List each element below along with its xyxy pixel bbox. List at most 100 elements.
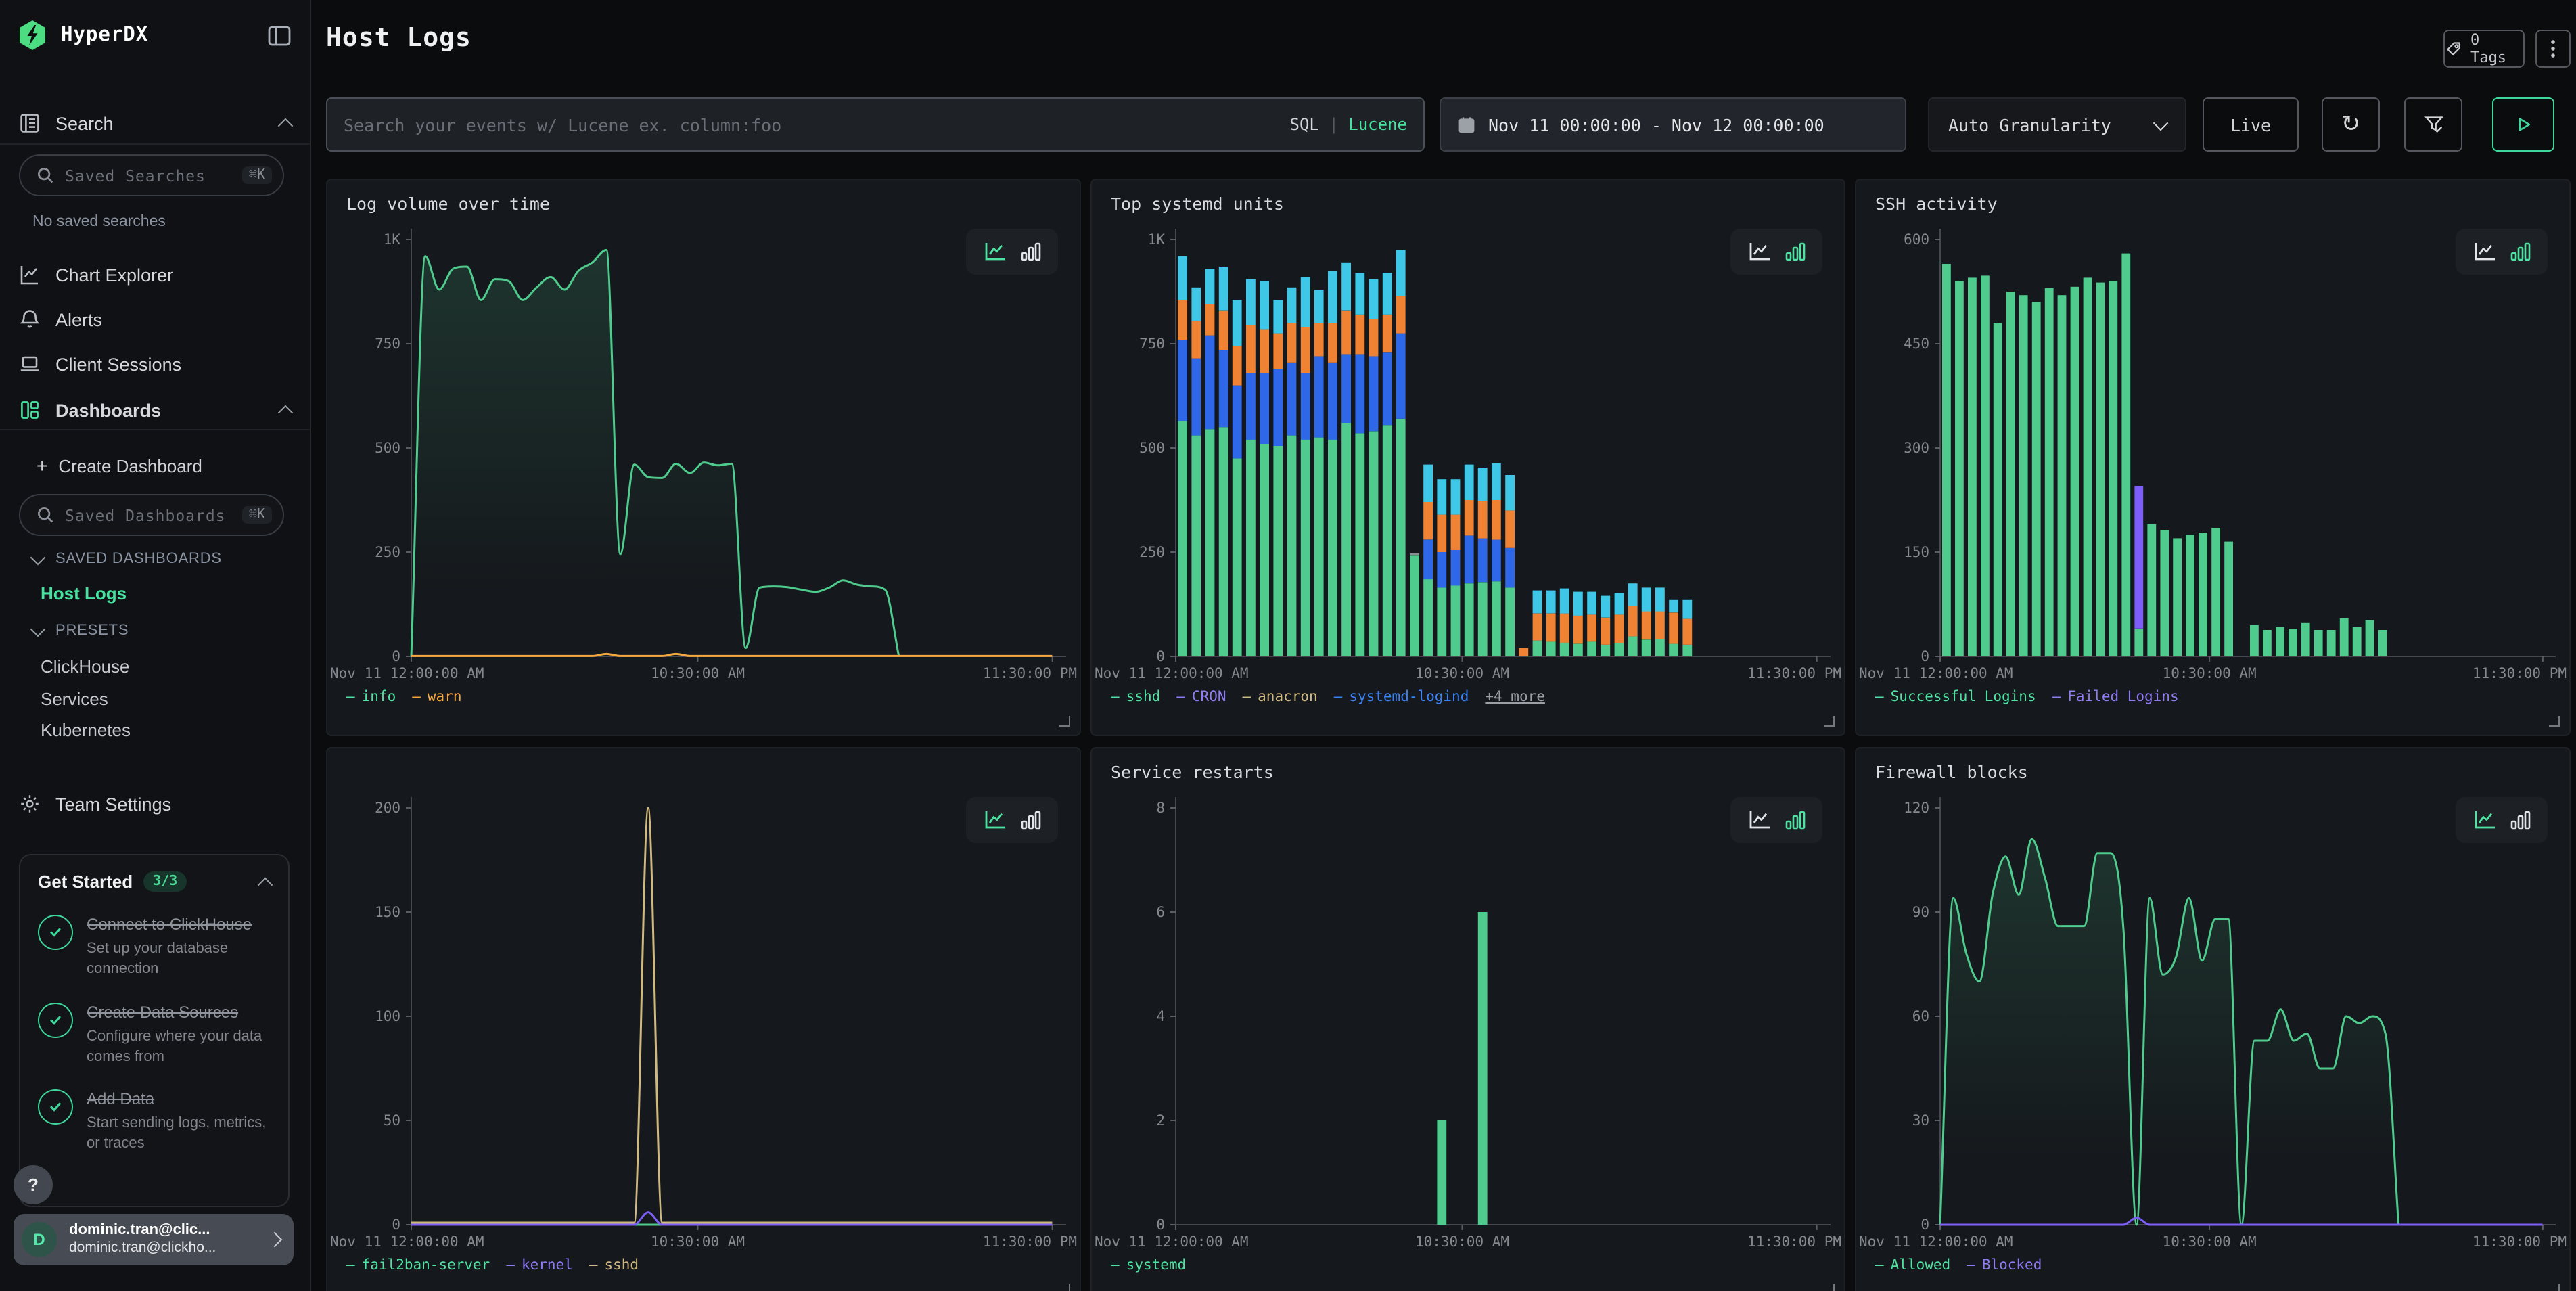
bar-chart-icon[interactable] bbox=[1784, 809, 1806, 831]
checklist-item-connect[interactable]: Connect to ClickHouseSet up your databas… bbox=[38, 912, 271, 979]
legend-item[interactable]: —systemd bbox=[1111, 1257, 1186, 1273]
bar-systemd-logind bbox=[1328, 271, 1337, 323]
chart-legend: —sshd —CRON —anacron —systemd-logind +4 more bbox=[1111, 689, 1545, 705]
line-chart-icon[interactable] bbox=[983, 809, 1007, 831]
legend-item[interactable]: —CRON bbox=[1176, 689, 1226, 705]
checklist-title: Create Data Sources bbox=[87, 1002, 238, 1021]
bar-sshd bbox=[1396, 419, 1406, 656]
sidebar-item-kubernetes[interactable]: Kubernetes bbox=[41, 720, 131, 740]
granularity-select[interactable]: Auto Granularity bbox=[1928, 97, 2186, 152]
svg-text:2: 2 bbox=[1156, 1112, 1165, 1129]
svg-text:11:30:00 PM: 11:30:00 PM bbox=[1747, 1233, 1841, 1250]
resize-handle[interactable] bbox=[1059, 1284, 1070, 1291]
legend-more-link[interactable]: +4 more bbox=[1485, 689, 1545, 705]
bar-chart-icon[interactable] bbox=[1019, 241, 1041, 263]
bar-chart-icon[interactable] bbox=[1784, 241, 1806, 263]
live-button[interactable]: Live bbox=[2203, 97, 2299, 152]
refresh-button[interactable]: ↻ bbox=[2322, 97, 2380, 152]
legend-item[interactable]: —Failed Logins bbox=[2052, 689, 2179, 705]
saved-dashboards-input[interactable]: Saved Dashboards ⌘K bbox=[19, 494, 284, 536]
line-chart-icon[interactable] bbox=[2472, 809, 2497, 831]
sidebar-item-client-sessions[interactable]: Client Sessions bbox=[0, 346, 310, 382]
bar-sshd bbox=[1219, 427, 1228, 656]
svg-text:10:30:00 AM: 10:30:00 AM bbox=[651, 665, 745, 681]
sidebar-item-chart-explorer[interactable]: Chart Explorer bbox=[0, 257, 310, 292]
bar-Successful Logins bbox=[2224, 542, 2233, 656]
bar-sshd bbox=[1587, 641, 1596, 656]
section-saved-dashboards[interactable]: SAVED DASHBOARDS bbox=[32, 551, 222, 567]
more-menu-button[interactable] bbox=[2535, 30, 2571, 68]
bar-anacron bbox=[1273, 334, 1283, 369]
date-range-input[interactable]: Nov 11 00:00:00 - Nov 12 00:00:00 bbox=[1440, 97, 1906, 152]
chevron-up-icon[interactable] bbox=[258, 877, 273, 892]
svg-text:0: 0 bbox=[1920, 1217, 1929, 1233]
lucene-toggle[interactable]: Lucene bbox=[1348, 115, 1407, 134]
sql-toggle[interactable]: SQL bbox=[1290, 115, 1319, 134]
bar-systemd-logind bbox=[1642, 587, 1651, 611]
refresh-icon: ↻ bbox=[2341, 113, 2361, 136]
sidebar-item-alerts[interactable]: Alerts bbox=[0, 302, 310, 337]
tags-button[interactable]: 0 Tags bbox=[2443, 30, 2525, 68]
legend-item[interactable]: —info bbox=[346, 689, 396, 705]
checklist-item-sources[interactable]: Create Data SourcesConfigure where your … bbox=[38, 999, 271, 1066]
line-chart-icon[interactable] bbox=[2472, 241, 2497, 263]
bar-CRON bbox=[1505, 548, 1515, 588]
bar-systemd-logind bbox=[1396, 250, 1406, 296]
bar-chart-icon[interactable] bbox=[2509, 809, 2531, 831]
bar-chart-icon[interactable] bbox=[1019, 809, 1041, 831]
sidebar-item-label: Chart Explorer bbox=[55, 265, 173, 285]
bar-systemd-logind bbox=[1655, 587, 1665, 611]
filter-button[interactable] bbox=[2404, 97, 2462, 152]
bar-CRON bbox=[1492, 540, 1501, 582]
collapse-sidebar-icon[interactable] bbox=[268, 25, 291, 45]
bar-CRON bbox=[1301, 373, 1310, 440]
svg-text:Nov 11 12:00:00 AM: Nov 11 12:00:00 AM bbox=[1859, 1233, 2013, 1250]
legend-item[interactable]: —anacron bbox=[1243, 689, 1318, 705]
saved-searches-input[interactable]: Saved Searches ⌘K bbox=[19, 154, 284, 196]
sidebar-item-dashboards[interactable]: Dashboards bbox=[0, 392, 310, 428]
legend-item[interactable]: —warn bbox=[412, 689, 461, 705]
help-button[interactable]: ? bbox=[14, 1165, 53, 1204]
calendar-icon bbox=[1457, 114, 1476, 135]
sidebar-item-clickhouse[interactable]: ClickHouse bbox=[41, 656, 130, 677]
sidebar-item-host-logs[interactable]: Host Logs bbox=[41, 583, 127, 604]
bar-anacron bbox=[1682, 619, 1692, 645]
bar-anacron bbox=[1505, 510, 1515, 547]
svg-text:0: 0 bbox=[1156, 648, 1165, 664]
resize-handle[interactable] bbox=[1059, 716, 1070, 727]
legend-item[interactable]: —Allowed bbox=[1875, 1257, 1950, 1273]
resize-handle[interactable] bbox=[2549, 1284, 2560, 1291]
section-label: SAVED DASHBOARDS bbox=[55, 551, 222, 567]
legend-item[interactable]: —Successful Logins bbox=[1875, 689, 2036, 705]
legend-item[interactable]: —kernel bbox=[506, 1257, 573, 1273]
bar-sshd bbox=[1273, 446, 1283, 656]
resize-handle[interactable] bbox=[1824, 1284, 1835, 1291]
sidebar-item-team-settings[interactable]: Team Settings bbox=[0, 786, 310, 821]
line-chart-icon[interactable] bbox=[1747, 809, 1772, 831]
bar-anacron bbox=[1615, 614, 1624, 643]
legend-item[interactable]: —systemd-logind bbox=[1334, 689, 1469, 705]
user-menu[interactable]: D dominic.tran@clic... dominic.tran@clic… bbox=[14, 1214, 294, 1265]
legend-item[interactable]: —fail2ban-server bbox=[346, 1257, 490, 1273]
bar-anacron bbox=[1601, 618, 1610, 645]
run-query-button[interactable] bbox=[2492, 97, 2554, 152]
bar-CRON bbox=[1478, 539, 1488, 583]
svg-text:500: 500 bbox=[375, 440, 400, 456]
create-dashboard-button[interactable]: + Create Dashboard bbox=[0, 448, 310, 483]
sidebar-item-search[interactable]: Search bbox=[0, 106, 310, 141]
legend-item[interactable]: —Blocked bbox=[1967, 1257, 2042, 1273]
resize-handle[interactable] bbox=[2549, 716, 2560, 727]
bar-chart-icon[interactable] bbox=[2509, 241, 2531, 263]
line-chart-icon[interactable] bbox=[983, 241, 1007, 263]
section-presets[interactable]: PRESETS bbox=[32, 622, 129, 639]
checklist-item-add-data[interactable]: Add DataStart sending logs, metrics, or … bbox=[38, 1087, 271, 1154]
event-search-input[interactable]: Search your events w/ Lucene ex. column:… bbox=[326, 97, 1425, 152]
svg-text:0: 0 bbox=[392, 648, 400, 664]
bar-systemd-logind bbox=[1383, 273, 1392, 315]
line-chart-icon[interactable] bbox=[1747, 241, 1772, 263]
resize-handle[interactable] bbox=[1824, 716, 1835, 727]
legend-item[interactable]: —sshd bbox=[589, 1257, 639, 1273]
bar-Successful Logins bbox=[2160, 530, 2169, 656]
sidebar-item-services[interactable]: Services bbox=[41, 689, 108, 709]
legend-item[interactable]: —sshd bbox=[1111, 689, 1160, 705]
